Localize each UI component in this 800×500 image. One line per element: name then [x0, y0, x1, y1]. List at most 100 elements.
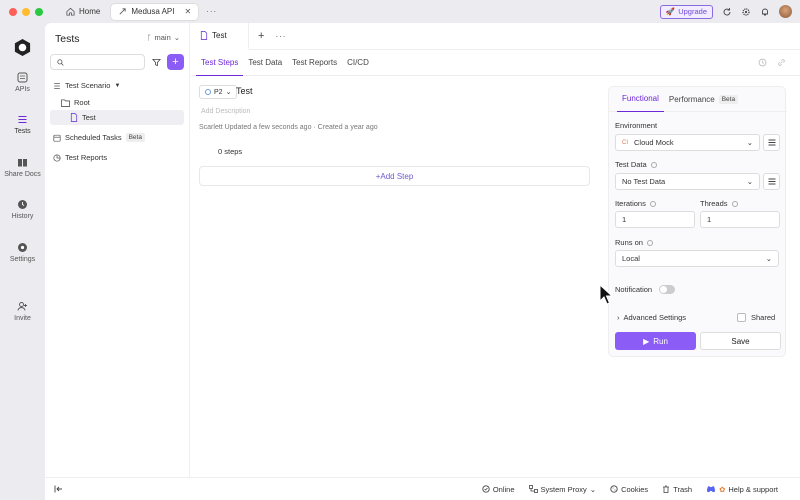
run-config-panel: Functional Performance Beta Environment …: [608, 86, 787, 357]
cookies-button[interactable]: Cookies: [610, 485, 648, 494]
avatar[interactable]: [779, 5, 792, 18]
rocket-icon: 🚀: [665, 7, 676, 16]
more-tabs-icon[interactable]: ···: [206, 7, 217, 16]
save-button[interactable]: Save: [700, 332, 781, 350]
description-field[interactable]: Add Description: [201, 108, 250, 115]
info-icon: [649, 200, 656, 207]
test-title[interactable]: Test: [236, 86, 253, 96]
nav-item-settings[interactable]: Settings: [0, 242, 45, 263]
tree-item-test[interactable]: Test: [50, 110, 184, 125]
history-icon[interactable]: [758, 58, 767, 67]
proxy-selector[interactable]: System Proxy ⌄: [528, 485, 596, 494]
settings-icon: [18, 243, 27, 252]
tab-performance[interactable]: Performance Beta: [664, 87, 743, 112]
maximize-window-button[interactable]: [35, 7, 43, 16]
test-editor: Test + ··· Test Steps Test Data Test Rep…: [191, 22, 800, 477]
close-tab-icon[interactable]: ✕: [184, 7, 191, 16]
threads-field[interactable]: 1: [700, 211, 780, 228]
environment-value: Cloud Mock: [634, 138, 674, 147]
window-tab-home[interactable]: Home: [59, 4, 107, 20]
nav-label: History: [11, 213, 34, 220]
tree-item-test-scenario[interactable]: Test Scenario ▼: [53, 78, 120, 93]
shared-checkbox[interactable]: [737, 313, 746, 322]
environment-select[interactable]: CI Cloud Mock ⌄: [615, 134, 760, 151]
more-icon[interactable]: ···: [275, 32, 286, 41]
sparkle-icon: ✿: [719, 484, 726, 494]
file-icon: [200, 30, 208, 40]
tab-test-data[interactable]: Test Data: [243, 50, 287, 76]
environment-prefix: CI: [622, 139, 628, 146]
editor-tab-test[interactable]: Test: [191, 22, 249, 50]
priority-icon: [205, 89, 211, 95]
window-tab-medusa-api[interactable]: Medusa API ✕: [111, 3, 199, 20]
search-box[interactable]: [50, 54, 145, 70]
chevron-down-icon: ⌄: [765, 254, 772, 263]
online-status[interactable]: Online: [482, 485, 515, 494]
add-test-button[interactable]: +: [167, 54, 184, 70]
new-tab-button[interactable]: +: [258, 30, 264, 42]
search-input[interactable]: [68, 58, 138, 66]
add-step-label: Add Step: [380, 171, 414, 181]
environment-label: Environment: [615, 121, 658, 130]
priority-selector[interactable]: P2 ⌄: [199, 85, 238, 99]
shared-label: Shared: [751, 313, 776, 322]
nav-item-history[interactable]: History: [0, 199, 45, 220]
gear-icon[interactable]: [741, 7, 751, 17]
link-icon[interactable]: [777, 58, 786, 67]
iterations-field[interactable]: 1: [615, 211, 695, 228]
nav-item-apis[interactable]: APIs: [0, 72, 45, 93]
nav-item-tests[interactable]: Tests: [0, 114, 45, 135]
bell-icon[interactable]: [760, 7, 770, 17]
collapse-sidebar-icon[interactable]: [54, 485, 63, 493]
api-icon: [119, 8, 126, 15]
trash-button[interactable]: Trash: [662, 485, 692, 494]
tree-item-label: Test Scenario: [65, 81, 111, 90]
shared-option[interactable]: Shared: [737, 313, 775, 322]
tree-item-root[interactable]: Root: [61, 95, 90, 110]
run-button[interactable]: ▶ Run: [615, 332, 696, 350]
plus-icon: +: [172, 56, 179, 68]
online-label: Online: [492, 484, 515, 494]
tree-item-label: Root: [74, 98, 90, 107]
environment-menu-button[interactable]: [763, 134, 780, 151]
help-label: Help & support: [728, 484, 778, 494]
tab-test-steps[interactable]: Test Steps: [196, 50, 244, 76]
tree-item-scheduled-tasks[interactable]: Scheduled Tasks Beta: [53, 130, 145, 145]
tab-ci-cd[interactable]: CI/CD: [342, 50, 374, 76]
trash-label: Trash: [673, 484, 693, 494]
branch-selector[interactable]: ᚴ main ⌄: [147, 33, 180, 42]
nav-item-invite[interactable]: Invite: [0, 301, 45, 322]
file-icon: [70, 113, 78, 122]
workspace: Tests ᚴ main ⌄ + Test Scenario ▼ Root Te…: [45, 22, 800, 500]
notification-toggle[interactable]: [659, 285, 675, 294]
tree-item-test-reports[interactable]: Test Reports: [53, 150, 107, 165]
advanced-settings-toggle[interactable]: › Advanced Settings: [617, 313, 686, 322]
upgrade-button[interactable]: 🚀 Upgrade: [659, 4, 713, 19]
proxy-icon: [528, 485, 538, 493]
refresh-icon[interactable]: [722, 7, 732, 17]
status-bar: Online System Proxy ⌄ Cookies Trash ✿ He…: [45, 477, 800, 500]
branch-label: main: [154, 33, 171, 42]
tab-functional[interactable]: Functional: [617, 87, 664, 112]
nav-item-share-docs[interactable]: Share Docs: [0, 157, 45, 178]
filter-button[interactable]: [149, 55, 163, 69]
apis-icon: [17, 72, 28, 83]
trash-icon: [663, 485, 670, 493]
help-support-button[interactable]: ✿ Help & support: [706, 485, 778, 494]
runs-on-select[interactable]: Local ⌄: [615, 250, 779, 267]
scenario-icon: [54, 82, 60, 89]
minimize-window-button[interactable]: [22, 7, 30, 16]
tab-test-reports[interactable]: Test Reports: [287, 50, 342, 76]
test-data-select[interactable]: No Test Data ⌄: [615, 173, 760, 190]
close-window-button[interactable]: [9, 7, 17, 16]
tree-item-label: Test: [82, 113, 96, 122]
info-icon: [731, 200, 738, 207]
nav-label: Tests: [14, 128, 31, 135]
cookie-icon: [610, 485, 618, 493]
play-icon: ▶: [643, 336, 650, 346]
caret-down-icon: ▼: [114, 82, 121, 89]
add-step-button[interactable]: + Add Step: [199, 166, 590, 186]
test-data-menu-button[interactable]: [763, 173, 780, 190]
window-titlebar: Home Medusa API ✕ ··· 🚀 Upgrade: [0, 0, 800, 23]
tree-item-label: Test Reports: [65, 153, 108, 162]
